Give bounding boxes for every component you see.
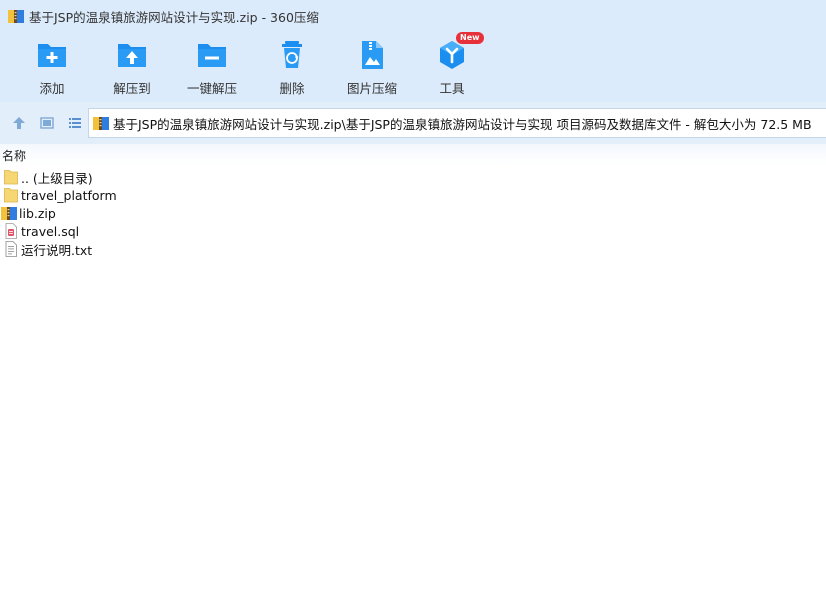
file-name: 运行说明.txt xyxy=(21,242,93,258)
image-compress-icon xyxy=(362,41,383,69)
file-name: travel_platform xyxy=(21,187,117,203)
address-path: 基于JSP的温泉镇旅游网站设计与实现.zip\基于JSP的温泉镇旅游网站设计与实… xyxy=(113,116,812,132)
add-folder-icon xyxy=(38,44,66,67)
one-click-extract-button-label: 一键解压 xyxy=(186,81,237,96)
address-bar[interactable]: 基于JSP的温泉镇旅游网站设计与实现.zip\基于JSP的温泉镇旅游网站设计与实… xyxy=(88,108,826,138)
delete-button-label: 删除 xyxy=(279,81,305,96)
extract-to-button-label: 解压到 xyxy=(113,81,151,96)
list-item-txt[interactable]: 运行说明.txt xyxy=(0,240,826,258)
thumbnail-view-button[interactable] xyxy=(34,110,60,136)
add-button[interactable]: 添加 xyxy=(12,32,92,98)
one-click-extract-icon xyxy=(198,44,226,67)
text-file-icon xyxy=(5,241,17,257)
main-toolbar: 添加 解压到 一键解压 删除 图片压缩 New 工具 xyxy=(0,32,826,102)
zip-archive-icon xyxy=(1,207,17,220)
tools-button[interactable]: New 工具 xyxy=(412,32,492,98)
file-name: .. (上级目录) xyxy=(21,170,93,186)
extract-to-button[interactable]: 解压到 xyxy=(92,32,172,98)
sql-file-icon xyxy=(5,223,17,239)
arrow-up-icon xyxy=(13,117,25,129)
zip-archive-icon xyxy=(93,117,109,130)
column-header-label: 名称 xyxy=(2,148,27,163)
thumbnail-view-icon xyxy=(40,117,54,129)
file-list-view: 名称 .. (上级目录) travel_platform lib.zip tra… xyxy=(0,144,826,596)
delete-button[interactable]: 删除 xyxy=(252,32,332,98)
list-item-parent-directory[interactable]: .. (上级目录) xyxy=(0,168,826,186)
file-list: .. (上级目录) travel_platform lib.zip travel… xyxy=(0,166,826,258)
archive-app-icon xyxy=(8,10,24,23)
recycle-bin-icon xyxy=(282,41,302,68)
extract-to-icon xyxy=(118,44,146,67)
list-item-zip[interactable]: lib.zip xyxy=(0,204,826,222)
list-item-folder[interactable]: travel_platform xyxy=(0,186,826,204)
add-button-label: 添加 xyxy=(39,81,65,96)
new-badge: New xyxy=(456,32,484,44)
title-bar: 基于JSP的温泉镇旅游网站设计与实现.zip - 360压缩 xyxy=(0,0,826,32)
list-item-sql[interactable]: travel.sql xyxy=(0,222,826,240)
image-compress-button-label: 图片压缩 xyxy=(346,81,397,96)
file-name: lib.zip xyxy=(19,205,56,221)
list-view-button[interactable] xyxy=(62,110,88,136)
folder-icon xyxy=(4,170,18,185)
window-title: 基于JSP的温泉镇旅游网站设计与实现.zip - 360压缩 xyxy=(29,9,319,25)
file-name: travel.sql xyxy=(21,223,80,239)
image-compress-button[interactable]: 图片压缩 xyxy=(332,32,412,98)
folder-icon xyxy=(4,188,18,203)
navigation-bar: 基于JSP的温泉镇旅游网站设计与实现.zip\基于JSP的温泉镇旅游网站设计与实… xyxy=(0,102,826,144)
up-level-button[interactable] xyxy=(6,110,32,136)
column-header-name[interactable]: 名称 xyxy=(0,144,826,166)
tools-button-label: 工具 xyxy=(439,81,465,96)
one-click-extract-button[interactable]: 一键解压 xyxy=(172,32,252,98)
list-view-icon xyxy=(69,118,81,128)
